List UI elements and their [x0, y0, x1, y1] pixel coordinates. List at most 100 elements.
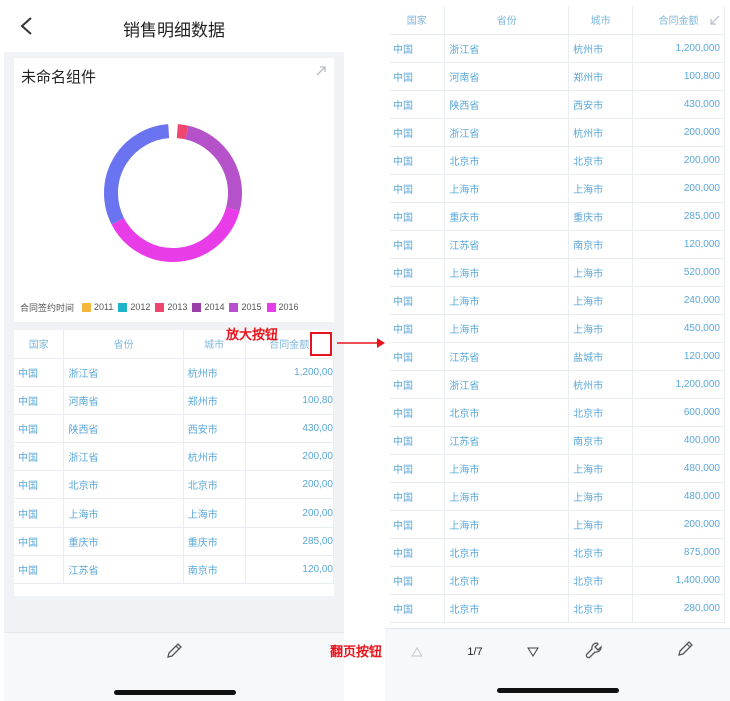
table-row[interactable]: 中国 上海市 上海市 480,000: [389, 454, 725, 484]
phone-left: 销售明细数据 未命名组件 合同签约时间 2011 2012 2013 2014 2015…: [4, 0, 344, 701]
table-cell: 120,00: [245, 555, 334, 585]
donut-slice[interactable]: [176, 124, 189, 140]
table-cell: 郑州市: [183, 386, 246, 415]
table-row[interactable]: 中国 江苏省 南京市 120,000: [389, 230, 725, 259]
table-cell: 陕西省: [63, 414, 184, 444]
table-cell: 200,00: [245, 442, 334, 472]
donut-chart: [104, 124, 242, 262]
detail-table-card[interactable]: 国家 省份 城市 合同金额 中国 浙江省 杭州市 1,200,00 中国 河南省 郑州市 100,8…: [14, 330, 334, 596]
table-row[interactable]: 中国 上海市 上海市 200,000: [389, 510, 725, 540]
table-cell: 中国: [389, 566, 446, 596]
legend-label: 2015: [241, 302, 262, 312]
widget-title: 未命名组件: [21, 69, 97, 86]
table-cell: 北京市: [444, 594, 570, 624]
table-row[interactable]: 中国 浙江省 杭州市 1,200,00: [14, 358, 334, 387]
table-cell: 中国: [14, 386, 65, 415]
table-cell: 南京市: [568, 426, 634, 456]
legend-item[interactable]: 2013: [155, 302, 187, 312]
table-row[interactable]: 中国 北京市 北京市 200,000: [389, 146, 725, 175]
zoom-button-highlight[interactable]: [310, 332, 332, 356]
page-down-icon[interactable]: [527, 647, 539, 657]
table-cell: 上海市: [568, 482, 634, 512]
table-row[interactable]: 中国 河南省 郑州市 100,80: [14, 386, 334, 415]
table-row[interactable]: 中国 北京市 北京市 600,000: [389, 398, 725, 428]
table-row[interactable]: 中国 陕西省 西安市 430,000: [389, 90, 725, 119]
table-cell: 北京市: [183, 470, 246, 500]
chart-legend: 合同签约时间 2011 2012 2013 2014 2015 2016: [20, 300, 304, 314]
table-cell: 480,000: [632, 482, 725, 512]
table-row[interactable]: 中国 陕西省 西安市 430,00: [14, 414, 334, 444]
donut-slice[interactable]: [111, 207, 240, 262]
table-cell: 北京市: [568, 538, 634, 568]
table-cell: 120,000: [632, 342, 725, 372]
table-row[interactable]: 中国 江苏省 南京市 120,00: [14, 555, 334, 585]
table-cell: 重庆市: [568, 202, 634, 231]
column-header[interactable]: 国家: [14, 330, 65, 359]
table-cell: 杭州市: [568, 34, 634, 63]
table-row[interactable]: 中国 江苏省 盐城市 120,000: [389, 342, 725, 372]
table-row[interactable]: 中国 重庆市 重庆市 285,00: [14, 527, 334, 556]
donut-slice[interactable]: [185, 125, 242, 211]
wrench-icon[interactable]: [583, 639, 607, 663]
table-cell: 中国: [389, 90, 446, 119]
table-row[interactable]: 中国 上海市 上海市 240,000: [389, 286, 725, 315]
table-cell: 中国: [389, 426, 446, 456]
table-cell: 北京市: [444, 566, 570, 596]
table-cell: 中国: [389, 454, 446, 484]
fullscreen-detail-table: 国家 省份 城市 合同金额 中国 浙江省 杭州市 1,200,000 中国 河南省 郑州市 100,…: [389, 6, 725, 624]
table-cell: 中国: [389, 62, 446, 91]
column-header[interactable]: 省份: [444, 6, 570, 35]
donut-slice[interactable]: [104, 124, 170, 225]
collapse-icon[interactable]: [709, 14, 721, 26]
table-cell: 中国: [389, 230, 446, 259]
table-cell: 1,200,000: [632, 370, 725, 400]
table-row[interactable]: 中国 重庆市 重庆市 285,000: [389, 202, 725, 231]
table-cell: 中国: [389, 174, 446, 203]
table-row[interactable]: 中国 浙江省 杭州市 1,200,000: [389, 370, 725, 400]
table-row[interactable]: 中国 浙江省 杭州市 1,200,000: [389, 34, 725, 63]
table-cell: 520,000: [632, 258, 725, 287]
fullscreen-table-wrap[interactable]: 国家 省份 城市 合同金额 中国 浙江省 杭州市 1,200,000 中国 河南省 郑州市 100,…: [389, 6, 725, 626]
legend-item[interactable]: 2011: [82, 302, 113, 312]
table-row[interactable]: 中国 北京市 北京市 1,400,000: [389, 566, 725, 596]
table-row[interactable]: 中国 上海市 上海市 520,000: [389, 258, 725, 287]
table-cell: 上海市: [568, 510, 634, 540]
legend-item[interactable]: 2014: [192, 302, 224, 312]
table-row[interactable]: 中国 江苏省 南京市 400,000: [389, 426, 725, 456]
legend-item[interactable]: 2016: [266, 302, 299, 312]
legend-label: 2014: [204, 302, 225, 312]
table-cell: 江苏省: [444, 426, 570, 456]
legend-swatch: [118, 302, 128, 312]
zoom-button-annotation: 放大按钮: [226, 327, 279, 342]
column-header[interactable]: 城市: [568, 6, 634, 35]
table-row[interactable]: 中国 浙江省 杭州市 200,00: [14, 442, 334, 472]
table-row[interactable]: 中国 上海市 上海市 450,000: [389, 314, 725, 344]
legend-item[interactable]: 2012: [118, 302, 150, 312]
expand-icon[interactable]: [314, 64, 328, 78]
table-row[interactable]: 中国 上海市 上海市 200,000: [389, 174, 725, 203]
table-row[interactable]: 中国 北京市 北京市 200,00: [14, 470, 334, 500]
table-row[interactable]: 中国 上海市 上海市 200,00: [14, 498, 334, 528]
table-cell: 上海市: [444, 174, 570, 203]
table-row[interactable]: 中国 北京市 北京市 875,000: [389, 538, 725, 568]
table-row[interactable]: 中国 河南省 郑州市 100,800: [389, 62, 725, 91]
table-cell: 上海市: [568, 286, 634, 315]
table-cell: 江苏省: [63, 555, 184, 585]
table-row[interactable]: 中国 北京市 北京市 280,000: [389, 594, 725, 624]
top-bar: 销售明细数据: [4, 0, 344, 52]
pencil-icon[interactable]: [675, 639, 695, 659]
column-header[interactable]: 省份: [63, 330, 184, 359]
table-cell: 中国: [389, 370, 446, 400]
table-cell: 中国: [389, 314, 446, 344]
column-header[interactable]: 国家: [389, 6, 446, 35]
legend-swatch: [155, 302, 165, 312]
table-cell: 285,000: [632, 202, 725, 231]
page-up-icon[interactable]: [411, 647, 423, 657]
table-cell: 重庆市: [444, 202, 570, 231]
table-cell: 430,00: [245, 414, 334, 444]
table-row[interactable]: 中国 浙江省 杭州市 200,000: [389, 118, 725, 147]
legend-item[interactable]: 2015: [229, 302, 262, 312]
pencil-icon[interactable]: [164, 641, 184, 661]
table-cell: 上海市: [568, 258, 634, 287]
table-row[interactable]: 中国 上海市 上海市 480,000: [389, 482, 725, 512]
